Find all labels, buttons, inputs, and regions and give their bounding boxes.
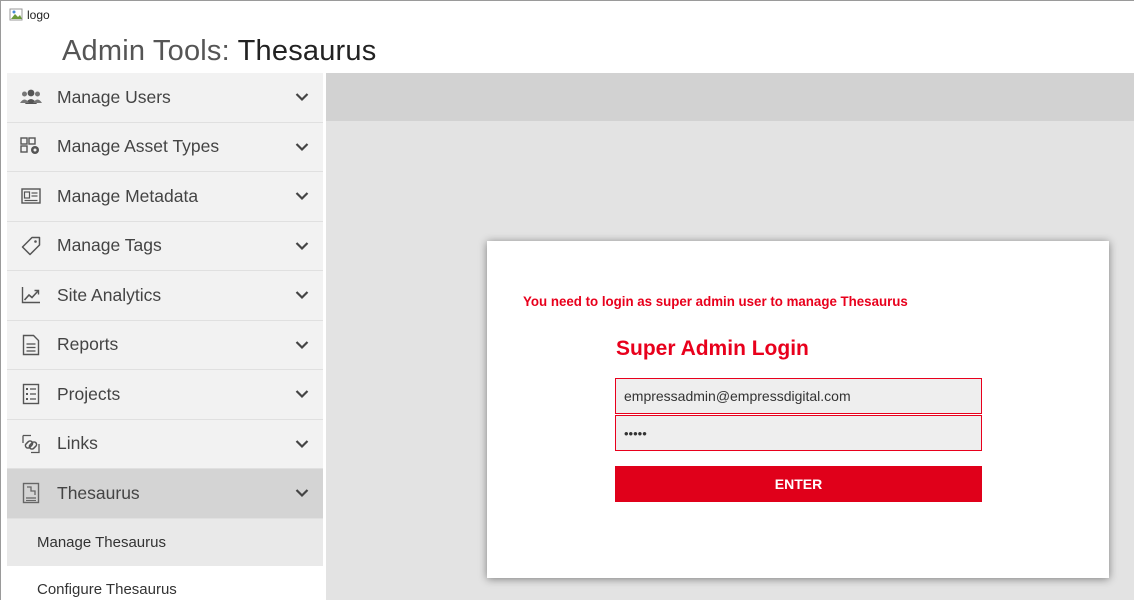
link-icon <box>19 432 43 456</box>
app-frame: logo Admin Tools: Thesaurus Manage Users <box>0 0 1134 600</box>
tag-icon <box>19 234 43 258</box>
page-title-prefix: Admin Tools: <box>62 35 238 67</box>
chevron-down-icon[interactable] <box>295 142 309 152</box>
chevron-down-icon[interactable] <box>295 191 309 201</box>
chevron-down-icon[interactable] <box>295 241 309 251</box>
content-top-bar <box>326 73 1134 121</box>
page-title-section: Thesaurus <box>237 35 377 67</box>
logo: logo <box>9 7 50 23</box>
sidebar-item-label: Projects <box>57 383 121 404</box>
password-field[interactable] <box>615 415 982 451</box>
sidebar-item-reports[interactable]: Reports <box>7 320 323 370</box>
page-title: Admin Tools: Thesaurus <box>62 35 376 68</box>
sidebar-item-thesaurus[interactable]: Thesaurus <box>7 469 323 519</box>
metadata-icon <box>19 184 43 208</box>
sidebar-item-links[interactable]: Links <box>7 419 323 469</box>
chevron-down-icon[interactable] <box>295 439 309 449</box>
sidebar-item-label: Manage Tags <box>57 235 162 256</box>
users-icon <box>19 85 43 109</box>
broken-image-icon <box>9 7 25 23</box>
sidebar-item-label: Reports <box>57 334 119 355</box>
asset-types-icon <box>19 135 43 159</box>
sidebar-item-manage-users[interactable]: Manage Users <box>7 73 323 123</box>
chevron-down-icon[interactable] <box>295 92 309 102</box>
login-heading: Super Admin Login <box>616 337 809 360</box>
chevron-down-icon[interactable] <box>295 389 309 399</box>
login-warning-message: You need to login as super admin user to… <box>523 293 908 309</box>
sidebar-item-label: Thesaurus <box>57 482 140 503</box>
report-document-icon <box>19 333 43 357</box>
email-field[interactable] <box>615 378 982 414</box>
logo-alt-text: logo <box>27 8 50 22</box>
sidebar-item-label: Manage Users <box>57 86 171 107</box>
projects-list-icon <box>19 382 43 406</box>
sidebar-item-label: Site Analytics <box>57 284 162 305</box>
thesaurus-icon <box>19 481 43 505</box>
chevron-down-icon[interactable] <box>295 340 309 350</box>
sidebar-item-site-analytics[interactable]: Site Analytics <box>7 271 323 321</box>
analytics-chart-icon <box>19 283 43 307</box>
sidebar: Manage Users Manage Asset Types Manage M… <box>7 73 323 600</box>
submenu-item-manage-thesaurus[interactable]: Manage Thesaurus <box>7 518 323 566</box>
sidebar-item-label: Manage Asset Types <box>57 136 220 157</box>
chevron-down-icon[interactable] <box>295 488 309 498</box>
sidebar-item-label: Links <box>57 433 98 454</box>
sidebar-item-projects[interactable]: Projects <box>7 370 323 420</box>
submenu-item-configure-thesaurus[interactable]: Configure Thesaurus <box>7 566 323 600</box>
sidebar-item-manage-metadata[interactable]: Manage Metadata <box>7 172 323 222</box>
chevron-down-icon[interactable] <box>295 290 309 300</box>
sidebar-item-manage-asset-types[interactable]: Manage Asset Types <box>7 122 323 172</box>
sidebar-item-manage-tags[interactable]: Manage Tags <box>7 221 323 271</box>
enter-button[interactable]: ENTER <box>615 466 982 502</box>
sidebar-item-label: Manage Metadata <box>57 185 199 206</box>
login-panel: You need to login as super admin user to… <box>487 241 1109 578</box>
